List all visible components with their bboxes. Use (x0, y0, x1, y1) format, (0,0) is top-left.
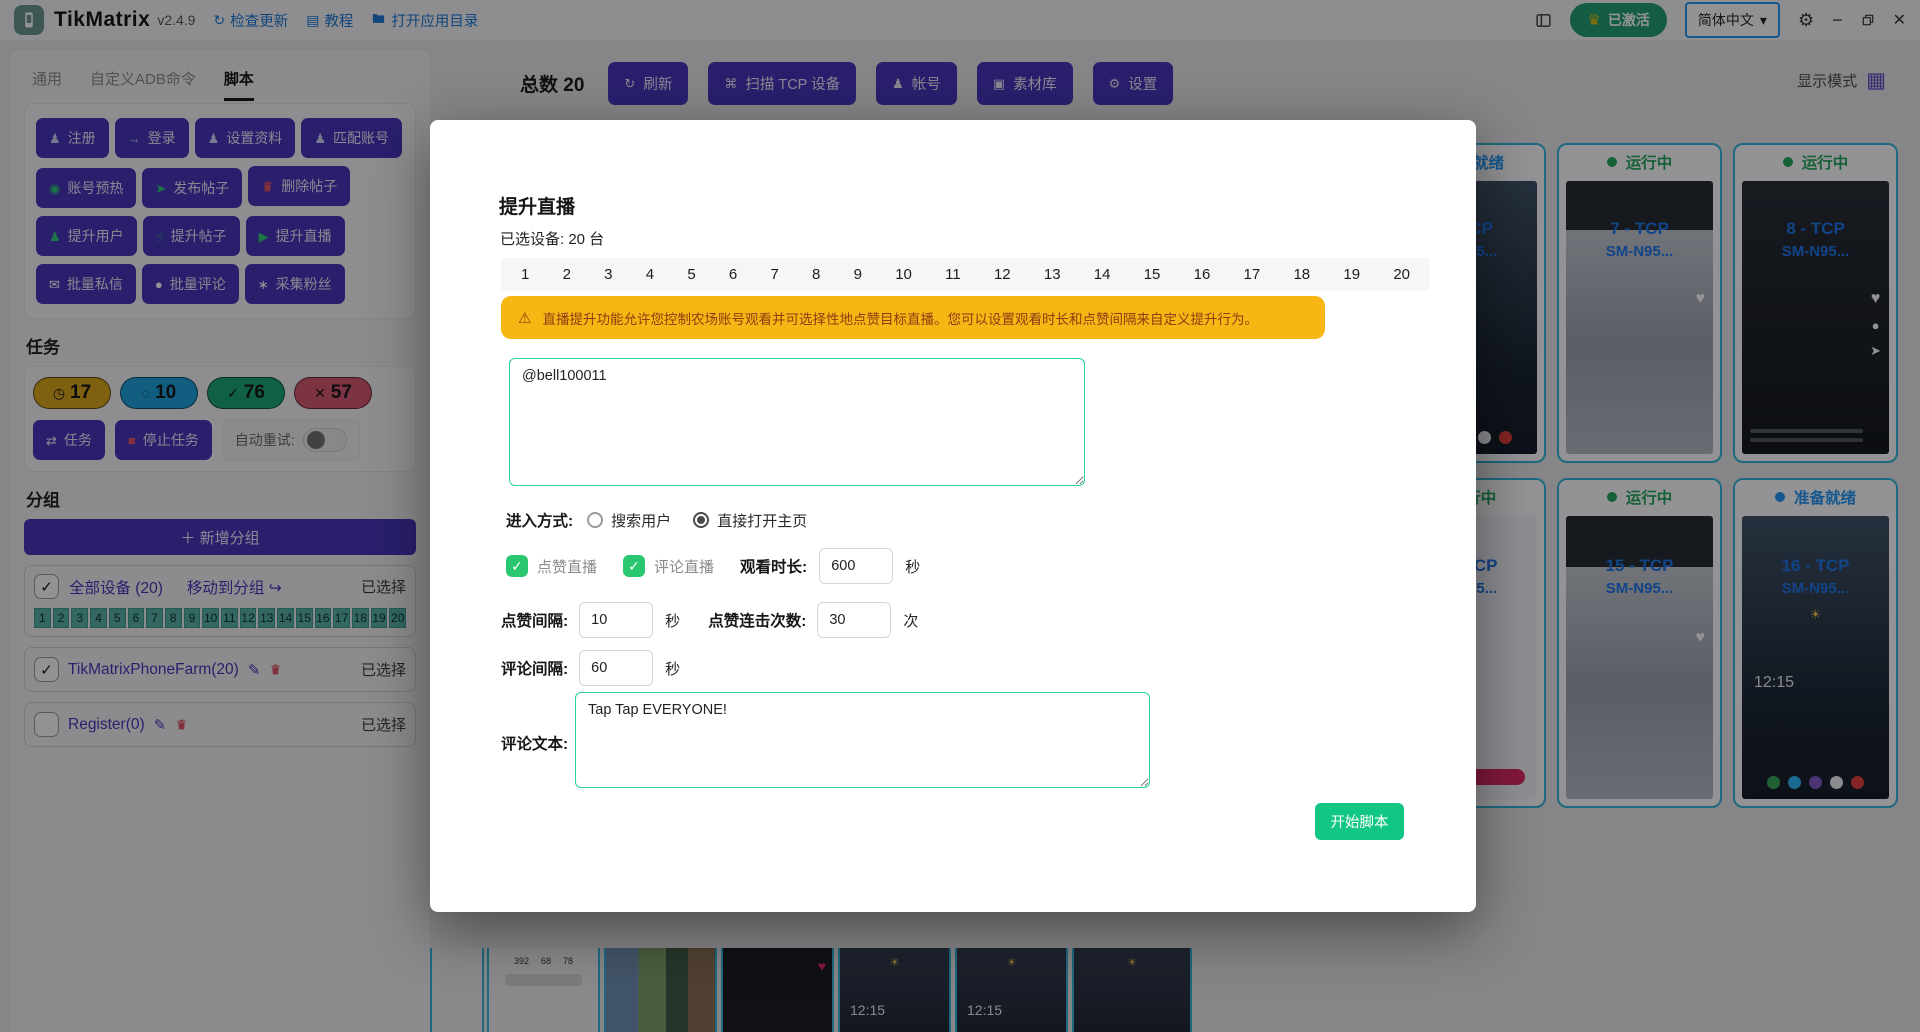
modal-device-number-3[interactable]: 3 (604, 266, 612, 283)
radio-search-user[interactable] (587, 512, 603, 528)
like-combo-input[interactable] (817, 602, 891, 638)
modal-device-number-15[interactable]: 15 (1144, 266, 1161, 283)
comment-live-label: 评论直播 (654, 556, 714, 577)
watch-duration-input[interactable] (819, 548, 893, 584)
comment-interval-label: 评论间隔: (501, 657, 568, 679)
like-combo-unit: 次 (903, 610, 918, 631)
modal-device-number-7[interactable]: 7 (770, 266, 778, 283)
watch-duration-label: 观看时长: (740, 555, 807, 577)
comment-interval-unit: 秒 (665, 658, 680, 679)
warning-icon: ⚠ (518, 309, 531, 327)
modal-device-number-6[interactable]: 6 (729, 266, 737, 283)
radio-open-homepage-label[interactable]: 直接打开主页 (717, 510, 807, 531)
comment-text-input[interactable]: Tap Tap EVERYONE! (575, 692, 1150, 788)
comment-interval-input[interactable] (579, 650, 653, 686)
entry-mode-label: 进入方式: (506, 509, 573, 531)
warning-text: 直播提升功能允许您控制农场账号观看并可选择性地点赞目标直播。您可以设置观看时长和… (542, 308, 1258, 328)
modal-device-number-8[interactable]: 8 (812, 266, 820, 283)
selected-devices-label: 已选设备: 20 台 (500, 228, 604, 249)
modal-device-number-5[interactable]: 5 (687, 266, 695, 283)
like-interval-label: 点赞间隔: (501, 609, 568, 631)
like-live-label: 点赞直播 (537, 556, 597, 577)
warning-banner: ⚠ 直播提升功能允许您控制农场账号观看并可选择性地点赞目标直播。您可以设置观看时… (501, 296, 1325, 339)
radio-search-user-label[interactable]: 搜索用户 (611, 510, 671, 531)
modal-device-number-1[interactable]: 1 (521, 266, 529, 283)
modal-device-number-14[interactable]: 14 (1094, 266, 1111, 283)
modal-device-number-9[interactable]: 9 (854, 266, 862, 283)
modal-device-number-17[interactable]: 17 (1244, 266, 1261, 283)
radio-open-homepage[interactable] (693, 512, 709, 528)
modal-title: 提升直播 (499, 192, 575, 219)
modal-device-number-2[interactable]: 2 (563, 266, 571, 283)
modal-device-number-19[interactable]: 19 (1343, 266, 1360, 283)
like-interval-unit: 秒 (665, 610, 680, 631)
modal-device-number-11[interactable]: 11 (945, 266, 961, 283)
modal-device-number-10[interactable]: 10 (895, 266, 912, 283)
watch-duration-unit: 秒 (905, 556, 920, 577)
like-interval-input[interactable] (579, 602, 653, 638)
modal-device-number-16[interactable]: 16 (1194, 266, 1211, 283)
modal-device-number-20[interactable]: 20 (1393, 266, 1410, 283)
target-user-input[interactable]: @bell100011 (509, 358, 1085, 486)
device-number-strip: 1234567891011121314151617181920 (501, 258, 1430, 291)
modal-device-number-4[interactable]: 4 (646, 266, 654, 283)
comment-live-checkbox[interactable]: ✓ (623, 555, 645, 577)
start-script-button[interactable]: 开始脚本 (1315, 803, 1404, 840)
like-live-checkbox[interactable]: ✓ (506, 555, 528, 577)
modal-device-number-12[interactable]: 12 (994, 266, 1011, 283)
modal-device-number-13[interactable]: 13 (1044, 266, 1061, 283)
like-combo-label: 点赞连击次数: (708, 609, 806, 631)
boost-live-modal: 提升直播 已选设备: 20 台 123456789101112131415161… (430, 120, 1476, 912)
modal-device-number-18[interactable]: 18 (1293, 266, 1310, 283)
comment-text-label: 评论文本: (501, 732, 568, 754)
